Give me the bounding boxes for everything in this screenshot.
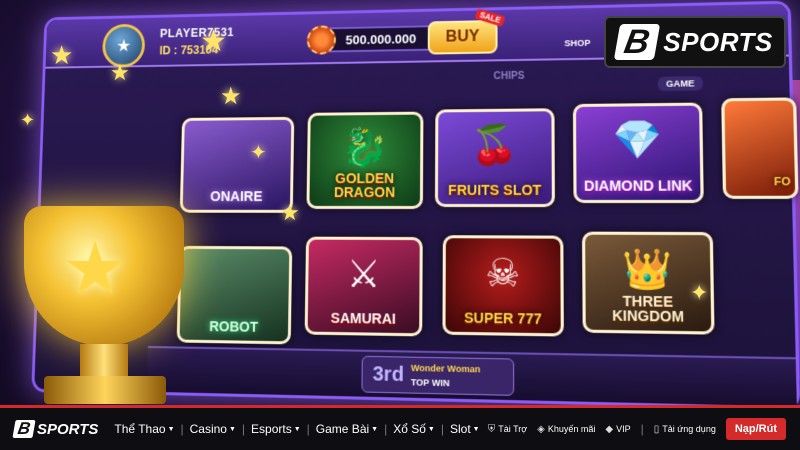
game-tile-samurai: ⚔ SAMURAI: [304, 236, 423, 337]
game-title: FRUITS SLOT: [448, 182, 542, 199]
game-tile-fortune: FO: [721, 97, 799, 199]
brand-logo-badge: B SPORTS: [604, 16, 786, 68]
warrior-icon: 👑: [622, 248, 673, 293]
main-navbar: B SPORTS Thể Thao ▼ | Casino ▼ | Esports ▼ …: [0, 405, 800, 450]
samurai-icon: ⚔: [346, 253, 381, 297]
game-section-label: GAME: [657, 76, 704, 91]
nav-item-casino[interactable]: Casino ▼: [184, 422, 242, 436]
game-title: SUPER 777: [464, 309, 542, 328]
chevron-down-icon: ▼: [427, 426, 435, 434]
game-tile-diamond-link: 💎 DIAMOND LINK: [572, 102, 704, 204]
util-sponsor-link[interactable]: ⛨ Tài Trợ: [488, 424, 527, 435]
nav-item-esports[interactable]: Esports ▼: [245, 422, 307, 436]
trophy-illustration: ★: [0, 196, 210, 405]
nav-item-label: Casino: [189, 422, 227, 436]
nav-item-label: Thể Thao: [114, 422, 166, 436]
game-title: GOLDEN DRAGON: [333, 169, 396, 201]
chevron-down-icon: ▼: [472, 426, 480, 434]
trophy-stem: [80, 344, 128, 378]
game-title: FO: [773, 176, 791, 189]
brand-name: SPORTS: [37, 420, 99, 438]
util-download-app-link[interactable]: ▯ Tải ứng dụng: [654, 424, 716, 435]
game-tile-super-777: ☠ SUPER 777: [442, 235, 564, 337]
util-label: Tài Trợ: [498, 424, 528, 434]
trophy-base: [44, 376, 166, 404]
dragon-icon: 🐉: [341, 127, 389, 170]
game-tile-golden-dragon: 🐉 GOLDEN DRAGON: [306, 111, 424, 210]
hero-banner: ★ PLAYER7531 ID : 753104 500.000.000 BUY…: [0, 0, 800, 405]
star-icon: ★: [110, 60, 130, 85]
promo-rank: 3rd: [372, 363, 404, 387]
star-icon: ★: [50, 40, 74, 70]
deposit-withdraw-button[interactable]: Nạp/Rút: [725, 418, 786, 440]
star-icon: ★: [220, 83, 242, 110]
util-label: Khuyến mãi: [547, 424, 596, 434]
brand-logo-icon: B: [614, 23, 661, 61]
chip-icon: [306, 25, 337, 55]
chevron-down-icon: ▼: [371, 426, 379, 434]
nav-item-xo-so[interactable]: Xổ Số ▼: [387, 422, 441, 436]
nav-item-label: Game Bài: [315, 422, 370, 436]
navbar-utilities: ⛨ Tài Trợ ◈ Khuyến mãi ◆ VIP | ▯ Tải ứng dụn…: [488, 408, 786, 450]
util-label: VIP: [616, 424, 631, 434]
shield-icon: ⛨: [487, 423, 496, 435]
game-title: DIAMOND LINK: [583, 177, 693, 195]
cherry-icon: 🍒: [470, 124, 519, 167]
nav-item-the-thao[interactable]: Thể Thao ▼: [108, 422, 180, 436]
navbar-logo[interactable]: B SPORTS: [12, 419, 99, 438]
balance-value: 500.000.000: [345, 31, 417, 48]
tag-icon: ◈: [537, 423, 545, 435]
skull-icon: ☠: [485, 252, 521, 296]
nav-item-label: Xổ Số: [393, 422, 426, 436]
star-icon: ★: [200, 25, 227, 58]
util-vip-link[interactable]: ◆ VIP: [605, 424, 630, 435]
chevron-down-icon: ▼: [167, 426, 175, 434]
buy-button: BUY: [427, 19, 498, 55]
promo-subtitle: TOP WIN: [410, 377, 450, 389]
top-win-card: 3rd Wonder Woman TOP WIN: [361, 355, 515, 396]
chevron-down-icon: ▼: [293, 426, 301, 434]
chevron-down-icon: ▼: [228, 426, 236, 434]
diamond-icon: ◆: [605, 423, 614, 435]
game-tile-fruits-slot: 🍒 FRUITS SLOT: [434, 108, 555, 208]
nav-item-game-bai[interactable]: Game Bài ▼: [310, 422, 384, 436]
star-icon: ★: [62, 227, 129, 310]
nav-item-slot[interactable]: Slot ▼: [444, 422, 486, 436]
shop-label: SHOP: [564, 37, 591, 49]
star-icon: ★: [116, 36, 132, 56]
chips-label: CHIPS: [493, 70, 525, 83]
nav-divider: |: [640, 422, 644, 436]
game-title: SAMURAI: [330, 310, 396, 328]
lobby-bottom-strip: 3rd Wonder Woman TOP WIN: [146, 345, 797, 405]
star-icon: ✦: [690, 280, 709, 305]
brand-name: SPORTS: [663, 26, 773, 57]
star-icon: ✦: [20, 110, 36, 130]
star-icon: ✦: [250, 142, 267, 164]
brand-logo-icon: B: [12, 419, 36, 438]
phone-icon: ▯: [653, 423, 660, 435]
promo-title: Wonder Woman: [410, 362, 481, 375]
nav-item-label: Slot: [449, 422, 471, 436]
util-promotions-link[interactable]: ◈ Khuyến mãi: [537, 424, 595, 435]
util-label: Tải ứng dụng: [662, 424, 716, 434]
star-icon: ★: [280, 200, 300, 225]
nav-item-label: Esports: [251, 422, 292, 436]
diamond-icon: 💎: [612, 119, 663, 163]
